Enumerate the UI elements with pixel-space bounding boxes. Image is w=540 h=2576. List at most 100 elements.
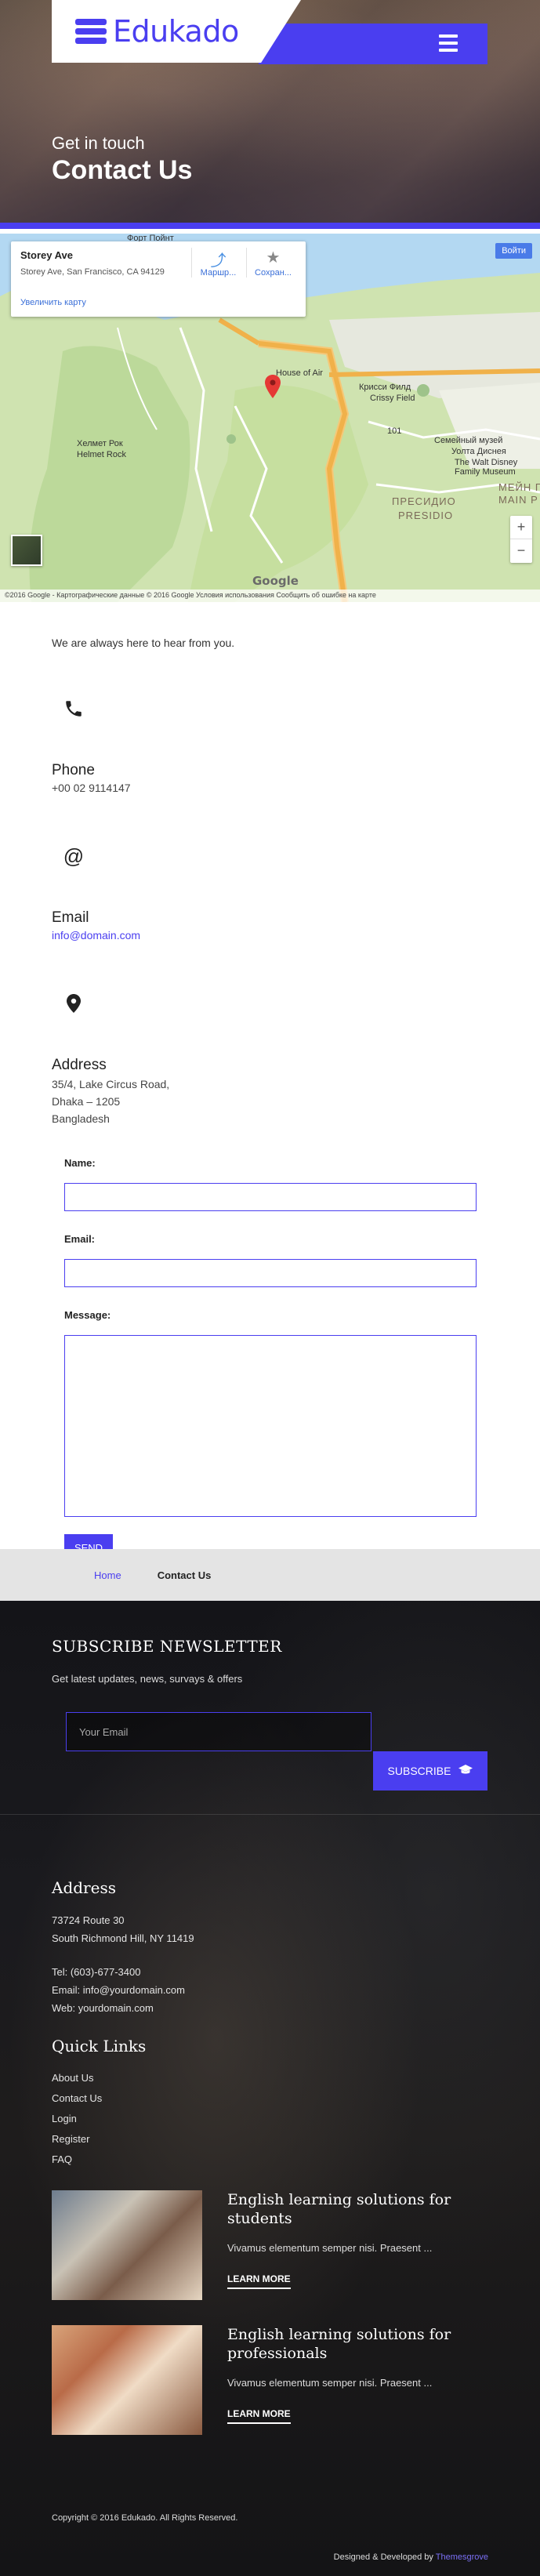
map-pin-icon (52, 981, 96, 1025)
map-label: ПРЕСИДИО (392, 495, 456, 507)
footer-address-line: South Richmond Hill, NY 11419 (52, 1932, 194, 1944)
map-marker-icon[interactable] (265, 375, 281, 398)
quick-link-register[interactable]: Register (52, 2129, 102, 2150)
course-image[interactable] (52, 2190, 202, 2300)
zoom-in-button[interactable]: + (510, 516, 532, 539)
map-route-button[interactable]: ⤴ Маршр... (191, 248, 241, 278)
name-field[interactable] (64, 1183, 477, 1211)
map-actions: ⤴ Маршр... ★ Сохран... (191, 248, 296, 278)
course-desc: Vivamus elementum semper nisi. Praesent … (227, 2242, 433, 2254)
address-line: Bangladesh (52, 1112, 110, 1125)
breadcrumb: Home Contact Us (0, 1549, 540, 1601)
map-label: Семейный музей (434, 436, 503, 445)
map-label: МЕЙН П (498, 481, 540, 493)
footer-contact: Tel: (603)-677-3400 Email: info@yourdoma… (52, 1963, 185, 2017)
map-label: MAIN P (498, 494, 538, 506)
quick-links-title: Quick Links (52, 2037, 147, 2055)
map-place-card: Storey Ave Storey Ave, San Francisco, CA… (11, 241, 306, 317)
footer-tel: Tel: (603)-677-3400 (52, 1966, 141, 1978)
page-title: Contact Us (52, 155, 193, 185)
email-title: Email (52, 909, 89, 926)
contact-info: We are always here to hear from you. Pho… (0, 637, 540, 1127)
copyright: Copyright © 2016 Edukado. All Rights Res… (52, 2513, 238, 2523)
brand-name: Edukado (113, 14, 239, 49)
breadcrumb-home[interactable]: Home (94, 1569, 121, 1581)
footer-address-line: 73724 Route 30 (52, 1914, 125, 1926)
contact-intro: We are always here to hear from you. (52, 637, 235, 649)
map-label: PRESIDIO (398, 510, 454, 521)
map-label: The Walt Disney (455, 458, 518, 467)
course-card: English learning solutions for students … (52, 2190, 487, 2300)
map-enlarge-link[interactable]: Увеличить карту (20, 298, 86, 307)
subscribe-button[interactable]: SUBSCRIBE (373, 1751, 487, 1791)
hero-accent-bar (0, 223, 540, 229)
hamburger-menu-icon[interactable] (439, 34, 458, 52)
credits: Designed & Developed by Themesgrove (334, 2552, 488, 2562)
email-label: Email: (64, 1233, 96, 1245)
satellite-toggle[interactable] (11, 535, 42, 566)
nav-bar (259, 24, 487, 64)
credits-brand-link[interactable]: Themesgrove (436, 2552, 488, 2562)
name-label: Name: (64, 1157, 96, 1169)
map-save-button[interactable]: ★ Сохран... (246, 248, 296, 278)
email-block: @ Email info@domain.com (52, 834, 488, 944)
newsletter-email-input[interactable]: Your Email (66, 1712, 371, 1751)
phone-value: +00 02 9114147 (52, 782, 131, 794)
map-label: 101 (387, 426, 402, 436)
breadcrumb-current: Contact Us (157, 1569, 212, 1581)
footer-web: Web: yourdomain.com (52, 2002, 154, 2014)
course-card: English learning solutions for professio… (52, 2325, 487, 2435)
map-attribution: ©2016 Google - Картографические данные ©… (0, 590, 540, 602)
subscribe-label: SUBSCRIBE (387, 1765, 451, 1777)
newsletter-text: Get latest updates, news, survays & offe… (52, 1673, 243, 1685)
hero-banner: Edukado Get in touch Contact Us (0, 0, 540, 229)
brand-logo[interactable]: Edukado (52, 0, 301, 63)
hero-text: Get in touch Contact Us (52, 133, 192, 186)
books-icon (75, 19, 107, 44)
site-footer: SUBSCRIBE NEWSLETTER Get latest updates,… (0, 1601, 540, 2576)
course-title[interactable]: English learning solutions for professio… (227, 2325, 487, 2363)
footer-email: Email: info@yourdomain.com (52, 1984, 185, 1996)
address-title: Address (52, 1057, 107, 1073)
map-label: Хелмет Рок (77, 439, 123, 448)
address-line: Dhaka – 1205 (52, 1095, 121, 1108)
zoom-out-button[interactable]: − (510, 539, 532, 563)
quick-link-login[interactable]: Login (52, 2109, 102, 2129)
phone-icon (52, 687, 96, 731)
map-zoom-control: + − (510, 516, 532, 563)
footer-divider (0, 1814, 540, 1815)
learn-more-link[interactable]: LEARN MORE (227, 2273, 291, 2289)
newsletter-title: SUBSCRIBE NEWSLETTER (52, 1637, 282, 1656)
map-label: House of Air (276, 368, 323, 378)
map-signin-button[interactable]: Войти (495, 243, 532, 259)
course-image[interactable] (52, 2325, 202, 2435)
address-block: Address 35/4, Lake Circus Road, Dhaka – … (52, 981, 488, 1127)
email-field[interactable] (64, 1259, 477, 1287)
email-link[interactable]: info@domain.com (52, 927, 488, 944)
phone-title: Phone (52, 762, 95, 778)
directions-icon: ⤴ (210, 252, 227, 270)
credits-prefix: Designed & Developed by (333, 2552, 436, 2562)
map-save-label: Сохран... (255, 268, 292, 278)
message-field[interactable] (64, 1335, 477, 1517)
quick-link-about[interactable]: About Us (52, 2068, 102, 2088)
map-route-label: Маршр... (200, 268, 237, 278)
footer-address-title: Address (52, 1878, 116, 1897)
star-icon: ★ (266, 249, 281, 267)
google-logo: Google (252, 574, 299, 588)
address-line: 35/4, Lake Circus Road, (52, 1078, 170, 1090)
contact-form: Name: Email: Message: SEND (0, 1157, 540, 1561)
map-label: Уолта Диснея (451, 447, 506, 456)
map-label: Family Museum (455, 467, 516, 477)
graduation-cap-icon (458, 1764, 473, 1778)
quick-link-faq[interactable]: FAQ (52, 2150, 102, 2170)
quick-link-contact[interactable]: Contact Us (52, 2088, 102, 2109)
hero-subtitle: Get in touch (52, 133, 145, 153)
learn-more-link[interactable]: LEARN MORE (227, 2408, 291, 2424)
course-title[interactable]: English learning solutions for students (227, 2190, 487, 2228)
google-map[interactable]: Форт Пойнт Welcome Center House of Air К… (0, 234, 540, 602)
map-label: Crissy Field (370, 394, 415, 403)
course-desc: Vivamus elementum semper nisi. Praesent … (227, 2377, 433, 2389)
phone-block: Phone +00 02 9114147 (52, 687, 488, 796)
at-icon: @ (63, 844, 85, 868)
